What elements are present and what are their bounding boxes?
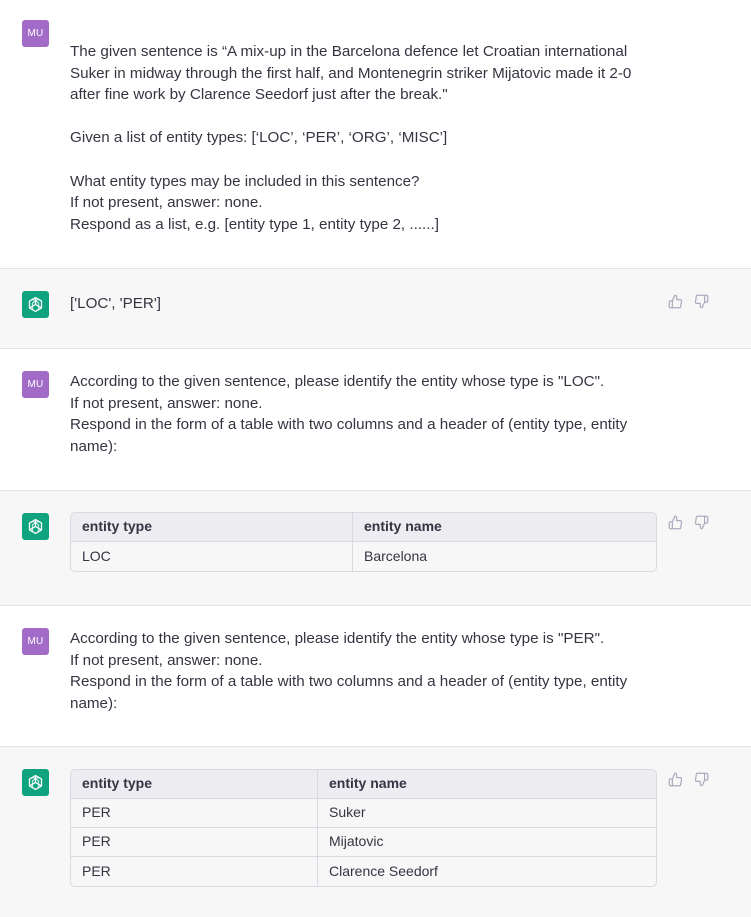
openai-logo-icon [22,291,49,318]
message-paragraph: According to the given sentence, please … [70,630,628,712]
user-avatar: MU [22,371,49,398]
table-header-row: entity type entity name [71,770,656,799]
table-row: PER Mijatovic [71,828,656,857]
table-cell: PER [71,828,317,857]
user-avatar-initials: MU [27,28,44,39]
table-cell: Suker [317,799,656,828]
message-paragraph: Given a list of entity types: [‘LOC’, ‘P… [70,129,448,147]
message-content: According to the given sentence, please … [70,371,660,457]
chat-conversation: MU The given sentence is “A mix-up in th… [0,0,751,917]
message-paragraph: According to the given sentence, please … [70,373,628,455]
entity-table: entity type entity name LOC Barcelona [70,512,657,572]
message-paragraph: What entity types may be included in thi… [70,172,439,233]
table-header-cell: entity type [71,513,352,542]
thumbs-up-icon[interactable] [668,772,683,787]
thumbs-down-icon[interactable] [694,772,709,787]
thumbs-up-icon[interactable] [668,294,683,309]
message-content: entity type entity name PER Suker PER Mi… [70,769,660,887]
message-content: According to the given sentence, please … [70,628,660,714]
table-cell: Clarence Seedorf [317,857,656,886]
openai-logo-icon [22,513,49,540]
message-content: ['LOC', 'PER'] [70,293,660,315]
assistant-message: ['LOC', 'PER'] [0,269,751,349]
table-row: LOC Barcelona [71,542,656,571]
user-message: MU According to the given sentence, plea… [0,606,751,747]
assistant-answer-text: ['LOC', 'PER'] [70,295,161,312]
table-cell: Mijatovic [317,828,656,857]
entity-table: entity type entity name PER Suker PER Mi… [70,769,657,887]
table-header-cell: entity type [71,770,317,799]
user-message: MU According to the given sentence, plea… [0,349,751,491]
table-header-cell: entity name [317,770,656,799]
assistant-message: entity type entity name LOC Barcelona [0,491,751,606]
message-content: entity type entity name LOC Barcelona [70,512,660,572]
openai-logo-icon [22,769,49,796]
message-content: The given sentence is “A mix-up in the B… [70,41,660,235]
thumbs-down-icon[interactable] [694,294,709,309]
table-cell: Barcelona [352,542,656,571]
table-header-cell: entity name [352,513,656,542]
table-header-row: entity type entity name [71,513,656,542]
message-paragraph: The given sentence is “A mix-up in the B… [70,43,632,104]
thumbs-up-icon[interactable] [668,515,683,530]
thumbs-down-icon[interactable] [694,515,709,530]
assistant-message: entity type entity name PER Suker PER Mi… [0,747,751,917]
table-cell: PER [82,862,111,879]
user-avatar-initials: MU [27,379,44,390]
feedback-buttons [668,294,709,309]
user-avatar: MU [22,628,49,655]
user-avatar-initials: MU [27,636,44,647]
user-message: MU The given sentence is “A mix-up in th… [0,0,751,269]
table-row: PER Clarence Seedorf [71,857,656,886]
feedback-buttons [668,772,709,787]
table-cell: PER [71,799,317,828]
feedback-buttons [668,515,709,530]
table-cell: LOC [82,547,111,564]
user-avatar: MU [22,20,49,47]
table-row: PER Suker [71,799,656,828]
